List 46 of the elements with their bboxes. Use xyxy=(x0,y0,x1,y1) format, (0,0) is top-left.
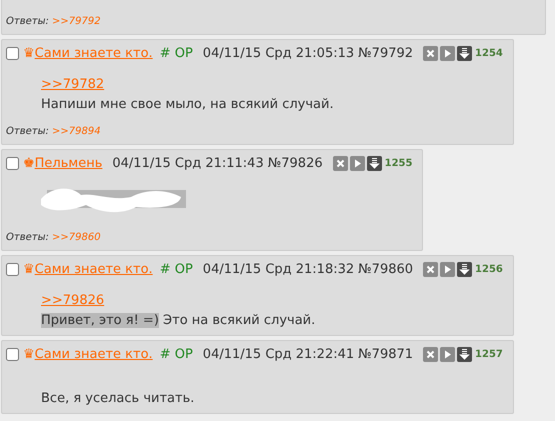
author-link[interactable]: Пельмень xyxy=(34,156,102,170)
post-checkbox[interactable] xyxy=(6,46,19,60)
post-number[interactable]: №79792 xyxy=(358,46,414,60)
post-date: 04/11/15 Срд 21:05:13 xyxy=(202,46,354,60)
download-icon[interactable] xyxy=(457,46,472,60)
hide-icon[interactable] xyxy=(332,156,348,170)
post-number[interactable]: №79826 xyxy=(268,156,323,170)
quote-link[interactable]: >>79826 xyxy=(41,291,104,311)
op-tag: # OP xyxy=(160,46,193,60)
post-checkbox[interactable] xyxy=(6,262,19,276)
message-text: Привет, это я! =) Это на всякий случай. xyxy=(41,312,316,330)
author-link[interactable]: Сами знаете кто. xyxy=(34,46,153,60)
post-date: 04/11/15 Срд 21:11:43 xyxy=(112,156,264,170)
post-count: 1257 xyxy=(475,348,503,360)
post-count: 1254 xyxy=(475,48,503,58)
crown-icon: ♛ xyxy=(23,46,35,60)
post-checkbox[interactable] xyxy=(6,156,19,170)
crown-icon: ♛ xyxy=(23,346,35,362)
reply-link[interactable]: >>79860 xyxy=(52,232,101,243)
post-count: 1255 xyxy=(384,158,412,168)
hide-icon[interactable] xyxy=(423,262,438,276)
author-link[interactable]: Сами знаете кто. xyxy=(34,346,153,362)
hide-icon[interactable] xyxy=(423,46,438,60)
post-date: 04/11/15 Срд 21:22:41 xyxy=(202,346,354,362)
replies-label: Ответы: xyxy=(6,126,50,137)
op-tag: # OP xyxy=(160,346,193,362)
crown-icon: ♛ xyxy=(23,262,35,276)
crown-icon: ♚ xyxy=(23,156,35,170)
quote-link[interactable]: >>79782 xyxy=(41,75,104,95)
download-icon[interactable] xyxy=(366,156,382,170)
post-count: 1256 xyxy=(475,264,503,274)
op-tag: # OP xyxy=(160,262,193,276)
post-checkbox[interactable] xyxy=(6,348,19,360)
author-link[interactable]: Сами знаете кто. xyxy=(34,262,153,276)
replies-label: Ответы: xyxy=(6,16,50,27)
replies-label: Ответы: xyxy=(6,232,50,243)
post-date: 04/11/15 Срд 21:18:32 xyxy=(202,262,354,276)
post-number[interactable]: №79860 xyxy=(358,262,414,276)
download-icon[interactable] xyxy=(457,346,472,362)
post-number[interactable]: №79871 xyxy=(358,346,414,362)
reply-link[interactable]: >>79894 xyxy=(52,126,101,137)
download-icon[interactable] xyxy=(457,262,472,276)
reply-link[interactable]: >>79792 xyxy=(52,16,101,27)
hide-icon[interactable] xyxy=(423,346,438,362)
message-text: Напиши мне свое мыло, на всякий случай. xyxy=(41,96,335,114)
message-text: Все, я уселась читать. xyxy=(41,390,196,408)
